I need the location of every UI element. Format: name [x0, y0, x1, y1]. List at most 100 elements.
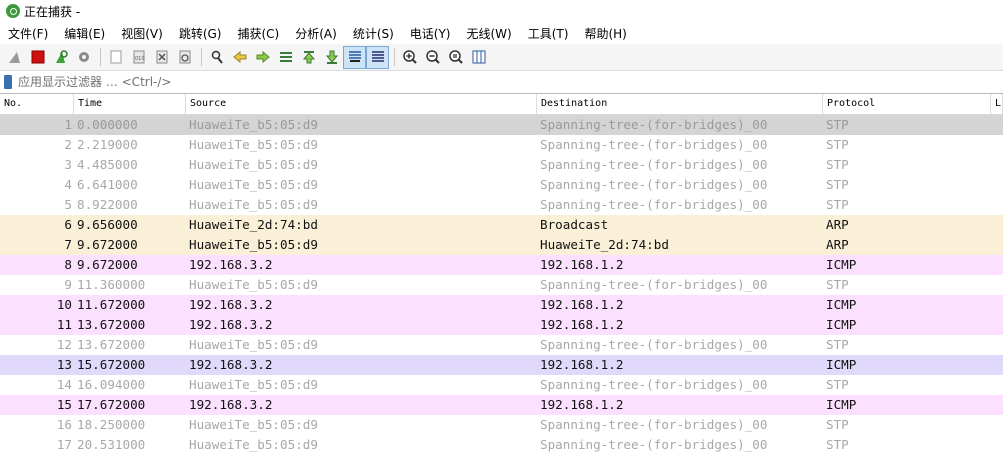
menu-item[interactable]: 文件(F) — [0, 25, 56, 42]
packet-destination: Spanning-tree-(for-bridges)_00 — [540, 177, 768, 192]
packet-length — [991, 155, 1003, 175]
column-header-length[interactable]: L — [991, 94, 1003, 114]
packet-time: 11.360000 — [77, 277, 146, 292]
packet-length — [991, 295, 1003, 315]
packet-source: 192.168.3.2 — [189, 297, 273, 312]
packet-list-header: No. Time Source Destination Protocol L — [0, 94, 1003, 115]
menu-item[interactable]: 帮助(H) — [576, 25, 634, 42]
normal-size-icon[interactable] — [445, 47, 466, 68]
packet-source: HuaweiTe_2d:74:bd — [189, 217, 318, 232]
packet-no: 15 — [56, 397, 72, 412]
packet-length — [991, 195, 1003, 215]
find-packet-icon[interactable] — [206, 47, 227, 68]
packet-row[interactable]: 15 17.672000 192.168.3.2 192.168.1.2 ICMP — [0, 395, 1003, 415]
packet-row[interactable]: 4 6.641000 HuaweiTe_b5:05:d9 Spanning-tree-… — [0, 175, 1003, 195]
packet-row[interactable]: 9 11.360000 HuaweiTe_b5:05:d9 Spanning-tree… — [0, 275, 1003, 295]
menu-item[interactable]: 工具(T) — [520, 25, 577, 42]
packet-row[interactable]: 16 18.250000 HuaweiTe_b5:05:d9 Spanning-tre… — [0, 415, 1003, 435]
packet-destination: 192.168.1.2 — [540, 357, 624, 372]
packet-no: 1 — [64, 117, 72, 132]
packet-destination: 192.168.1.2 — [540, 317, 624, 332]
packet-no: 11 — [56, 317, 72, 332]
menu-item[interactable]: 捕获(C) — [229, 25, 287, 42]
autoscroll-icon[interactable] — [343, 45, 366, 69]
packet-protocol: STP — [826, 117, 849, 132]
packet-no: 4 — [64, 177, 72, 192]
packet-no: 6 — [64, 217, 72, 232]
packet-length — [991, 135, 1003, 155]
packet-protocol: ARP — [826, 217, 849, 232]
packet-time: 6.641000 — [77, 177, 138, 192]
packet-row[interactable]: 5 8.922000 HuaweiTe_b5:05:d9 Spanning-tree-… — [0, 195, 1003, 215]
packet-row[interactable]: 10 11.672000 192.168.3.2 192.168.1.2 ICMP — [0, 295, 1003, 315]
restart-capture-icon[interactable] — [50, 47, 71, 68]
menu-item[interactable]: 跳转(G) — [171, 25, 230, 42]
toolbar-separator — [100, 48, 101, 66]
colorize-icon[interactable] — [366, 45, 389, 69]
packet-destination: 192.168.1.2 — [540, 297, 624, 312]
packet-row[interactable]: 12 13.672000 HuaweiTe_b5:05:d9 Spanning-tre… — [0, 335, 1003, 355]
display-filter-input[interactable] — [16, 73, 1003, 91]
first-packet-icon[interactable] — [298, 47, 319, 68]
capture-options-gear-icon[interactable] — [73, 47, 94, 68]
main-toolbar: 010 — [0, 44, 1003, 71]
packet-destination: Spanning-tree-(for-bridges)_00 — [540, 277, 768, 292]
menu-item[interactable]: 无线(W) — [459, 25, 520, 42]
packet-row[interactable]: 1 0.000000 HuaweiTe_b5:05:d9 Spanning-tree-… — [0, 115, 1003, 135]
packet-no: 16 — [56, 417, 72, 432]
packet-protocol: STP — [826, 157, 849, 172]
packet-row[interactable]: 3 4.485000 HuaweiTe_b5:05:d9 Spanning-tree-… — [0, 155, 1003, 175]
last-packet-icon[interactable] — [321, 47, 342, 68]
packet-destination: Spanning-tree-(for-bridges)_00 — [540, 437, 768, 452]
reload-file-icon[interactable] — [174, 47, 195, 68]
packet-time: 13.672000 — [77, 317, 146, 332]
packet-protocol: STP — [826, 377, 849, 392]
packet-destination: 192.168.1.2 — [540, 397, 624, 412]
packet-row[interactable]: 11 13.672000 192.168.3.2 192.168.1.2 ICMP — [0, 315, 1003, 335]
zoom-out-icon[interactable] — [422, 47, 443, 68]
title-bar: 正在捕获 - — [0, 0, 1003, 22]
menu-bar: 文件(F) 编辑(E) 视图(V) 跳转(G) 捕获(C) 分析(A) 统计(S) 电话(Y)… — [0, 22, 1003, 44]
go-forward-arrow-icon[interactable] — [252, 47, 273, 68]
packet-time: 13.672000 — [77, 337, 146, 352]
zoom-in-icon[interactable] — [399, 47, 420, 68]
menu-item[interactable]: 视图(V) — [113, 25, 171, 42]
open-file-icon[interactable] — [105, 47, 126, 68]
column-header-destination[interactable]: Destination — [537, 94, 823, 114]
packet-time: 9.672000 — [77, 237, 138, 252]
packet-row[interactable]: 13 15.672000 192.168.3.2 192.168.1.2 ICMP — [0, 355, 1003, 375]
save-file-icon[interactable]: 010 — [128, 47, 149, 68]
packet-source: HuaweiTe_b5:05:d9 — [189, 437, 318, 452]
menu-item[interactable]: 统计(S) — [345, 25, 402, 42]
packet-row[interactable]: 8 9.672000 192.168.3.2 192.168.1.2 ICMP — [0, 255, 1003, 275]
packet-length — [991, 395, 1003, 415]
packet-source: HuaweiTe_b5:05:d9 — [189, 197, 318, 212]
packet-row[interactable]: 14 16.094000 HuaweiTe_b5:05:d9 Spanning-tre… — [0, 375, 1003, 395]
packet-row[interactable]: 2 2.219000 HuaweiTe_b5:05:d9 Spanning-tree-… — [0, 135, 1003, 155]
packet-length — [991, 255, 1003, 275]
packet-destination: 192.168.1.2 — [540, 257, 624, 272]
close-file-icon[interactable] — [151, 47, 172, 68]
packet-length — [991, 115, 1003, 135]
go-to-packet-icon[interactable] — [275, 47, 296, 68]
packet-row[interactable]: 6 9.656000 HuaweiTe_2d:74:bd Broadcast ARP — [0, 215, 1003, 235]
stop-square-icon[interactable] — [27, 47, 48, 68]
menu-item[interactable]: 分析(A) — [287, 25, 345, 42]
column-header-protocol[interactable]: Protocol — [823, 94, 991, 114]
column-header-no[interactable]: No. — [0, 94, 74, 114]
column-header-time[interactable]: Time — [74, 94, 186, 114]
packet-time: 2.219000 — [77, 137, 138, 152]
column-header-source[interactable]: Source — [186, 94, 537, 114]
packet-no: 17 — [56, 437, 72, 452]
resize-columns-icon[interactable] — [468, 47, 489, 68]
shark-fin-start-icon[interactable] — [4, 47, 25, 68]
packet-row[interactable]: 7 9.672000 HuaweiTe_b5:05:d9 HuaweiTe_2d:74… — [0, 235, 1003, 255]
menu-item[interactable]: 编辑(E) — [56, 25, 113, 42]
go-back-arrow-icon[interactable] — [229, 47, 250, 68]
packet-length — [991, 175, 1003, 195]
packet-row[interactable]: 17 20.531000 HuaweiTe_b5:05:d9 Spanning-tre… — [0, 435, 1003, 455]
menu-item[interactable]: 电话(Y) — [402, 25, 459, 42]
packet-time: 9.656000 — [77, 217, 138, 232]
packet-destination: Spanning-tree-(for-bridges)_00 — [540, 337, 768, 352]
filter-bookmark-icon[interactable] — [4, 75, 12, 89]
